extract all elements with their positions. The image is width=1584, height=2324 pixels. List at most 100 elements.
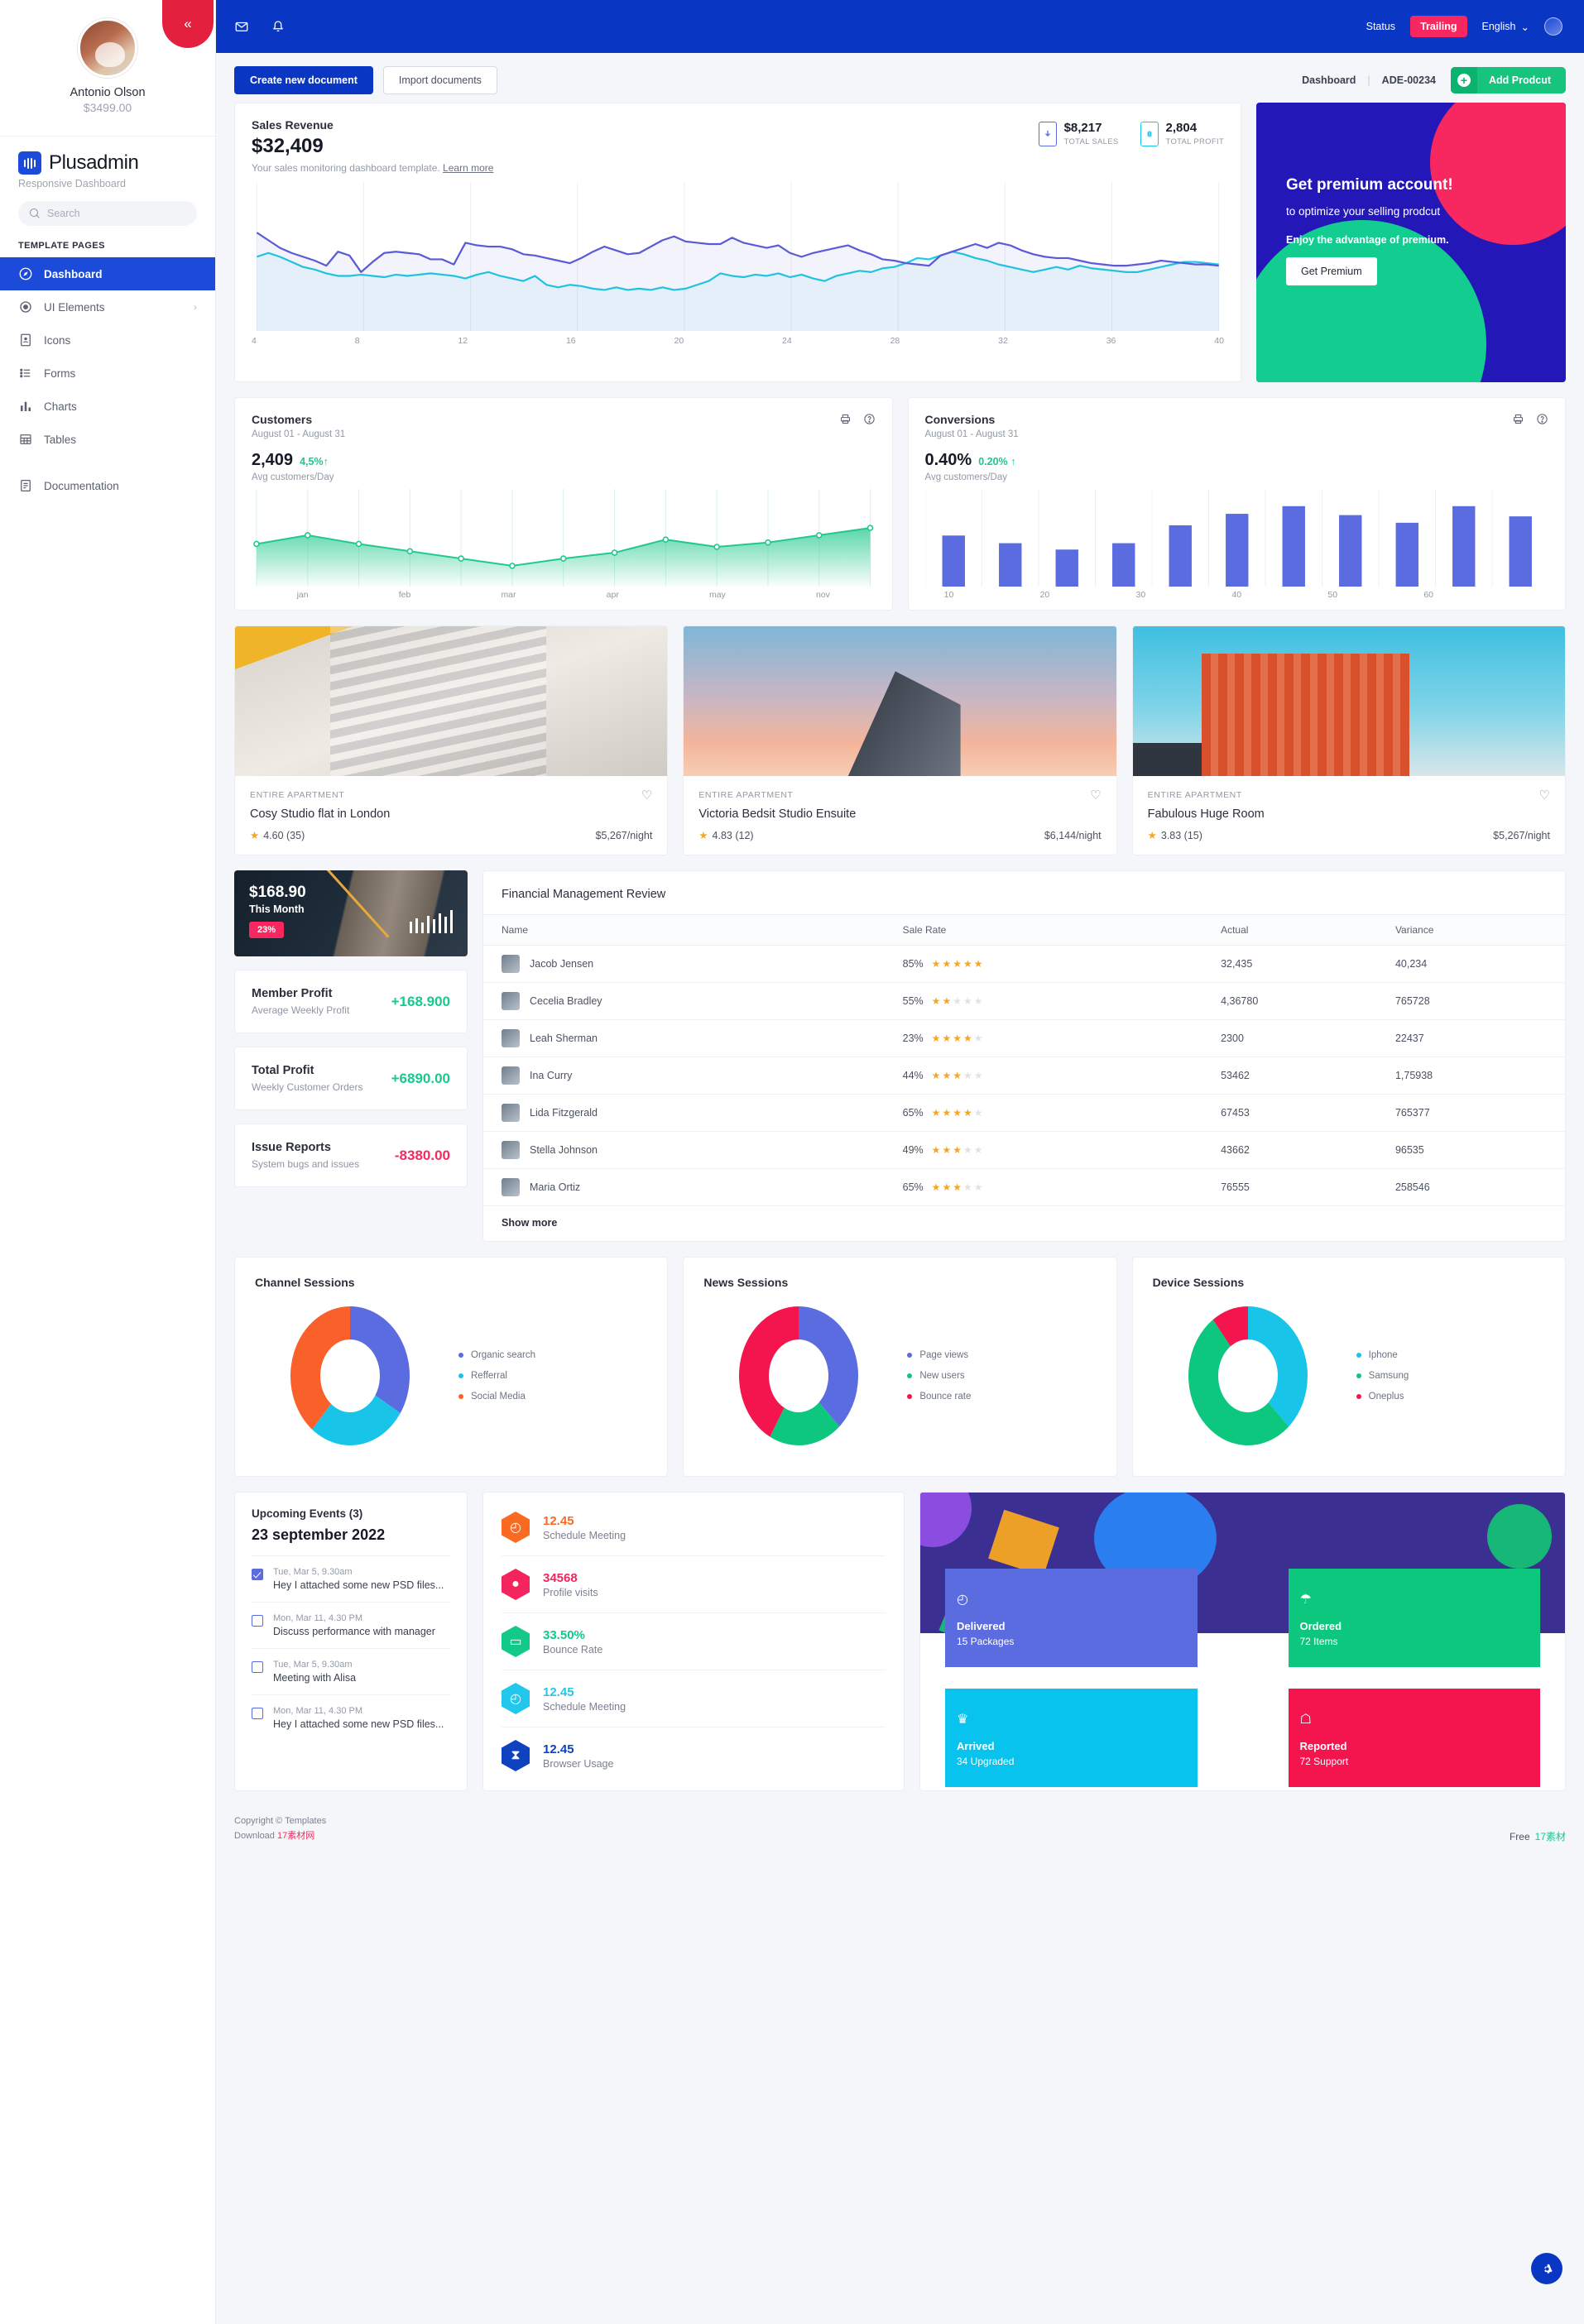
event-checkbox[interactable] (252, 1615, 263, 1627)
sidebar-item-forms[interactable]: Forms (0, 357, 215, 390)
property-card[interactable]: ENTIRE APARTMENT ♡ Cosy Studio flat in L… (234, 625, 669, 855)
import-documents-button[interactable]: Import documents (382, 66, 497, 94)
hex-stat-row[interactable]: ◴ 12.45 Schedule Meeting (502, 1670, 886, 1727)
topbar-status-link[interactable]: Status (1366, 21, 1395, 32)
event-row[interactable]: Mon, Mar 11, 4.30 PM Hey I attached some … (252, 1695, 450, 1741)
status-tile[interactable]: ☂ Ordered 72 Items (1288, 1569, 1540, 1667)
event-checkbox[interactable] (252, 1661, 263, 1673)
property-price: $6,144/night (1044, 829, 1102, 841)
search-input[interactable] (47, 208, 185, 219)
sidebar-item-documentation[interactable]: Documentation (0, 469, 215, 502)
row-name: Leah Sherman (483, 1019, 895, 1057)
search-icon (30, 208, 40, 218)
envelope-icon[interactable] (234, 19, 249, 34)
sidebar-item-ui-elements[interactable]: UI Elements › (0, 290, 215, 323)
topbar-trailing-badge[interactable]: Trailing (1410, 16, 1467, 37)
table-row[interactable]: Ina Curry 44% ★★★★★ 53462 1,75938 (483, 1057, 1565, 1095)
sidebar-item-charts[interactable]: Charts (0, 390, 215, 423)
hex-stats-card: ◴ 12.45 Schedule Meeting ● 34568 Profile visi… (482, 1492, 905, 1791)
help-circle-icon[interactable] (1536, 413, 1548, 425)
property-image (1132, 626, 1565, 776)
row-metrics: Customers August 01 - August 31 2,409 4,… (234, 397, 1566, 611)
sales-revenue-card: Sales Revenue $32,409 Your sales monitor… (234, 103, 1241, 382)
event-checkbox[interactable] (252, 1708, 263, 1719)
help-circle-icon[interactable] (863, 413, 876, 425)
breadcrumb-page[interactable]: Dashboard (1302, 74, 1356, 86)
property-tag: ENTIRE APARTMENT (250, 790, 345, 800)
hex-stat-row[interactable]: ⧗ 12.45 Browser Usage (502, 1727, 886, 1784)
get-premium-button[interactable]: Get Premium (1286, 257, 1377, 286)
sidebar-item-dashboard[interactable]: Dashboard (0, 257, 215, 290)
sales-amount: $32,409 (252, 135, 324, 157)
heart-icon[interactable]: ♡ (1090, 788, 1101, 803)
table-row[interactable]: Maria Ortiz 65% ★★★★★ 76555 258546 (483, 1168, 1565, 1206)
topbar-avatar[interactable] (1544, 17, 1562, 36)
customers-card: Customers August 01 - August 31 2,409 4,… (234, 397, 893, 611)
event-time: Mon, Mar 11, 4.30 PM (273, 1613, 363, 1623)
kpi-card-issue-reports: Issue Reports System bugs and issues -83… (234, 1124, 468, 1187)
legend-item: Refferral (458, 1371, 535, 1381)
bell-icon[interactable] (271, 19, 286, 34)
printer-icon[interactable] (839, 413, 852, 425)
row-variance: 1,75938 (1386, 1057, 1565, 1095)
table-row[interactable]: Leah Sherman 23% ★★★★★ 2300 22437 (483, 1019, 1565, 1057)
star-rating: ★★★★★ (931, 1181, 985, 1193)
language-selector[interactable]: English ⌄ (1482, 21, 1529, 33)
axis-tick: 24 (782, 336, 792, 346)
event-checkbox[interactable] (252, 1569, 263, 1580)
footer-download-link[interactable]: 17素材网 (277, 1831, 314, 1841)
footer-free-link[interactable]: 17素材 (1535, 1829, 1566, 1843)
axis-tick: mar (501, 590, 516, 600)
property-card[interactable]: ENTIRE APARTMENT ♡ Fabulous Huge Room ★ … (1131, 625, 1566, 855)
heart-icon[interactable]: ♡ (641, 788, 652, 803)
brand-block: Plusadmin Responsive Dashboard (0, 137, 215, 189)
row-variance: 22437 (1386, 1019, 1565, 1057)
legend-item: New users (907, 1371, 971, 1381)
row-variance: 258546 (1386, 1168, 1565, 1206)
month-highlight-card: $168.90 This Month 23% (234, 870, 468, 956)
hex-stat-row[interactable]: ◴ 12.45 Schedule Meeting (502, 1499, 886, 1556)
logo-icon (18, 151, 41, 175)
legend-label: Samsung (1368, 1371, 1409, 1381)
status-tile[interactable]: ♛ Arrived 34 Upgraded (945, 1689, 1198, 1787)
table-row[interactable]: Jacob Jensen 85% ★★★★★ 32,435 40,234 (483, 945, 1565, 983)
table-row[interactable]: Stella Johnson 49% ★★★★★ 43662 96535 (483, 1131, 1565, 1169)
axis-tick (972, 590, 1020, 600)
row-actual: 67453 (1212, 1094, 1387, 1132)
table-row[interactable]: Lida Fitzgerald 65% ★★★★★ 67453 765377 (483, 1094, 1565, 1132)
show-more-button[interactable]: Show more (483, 1206, 1565, 1241)
row-sale-rate: 85% ★★★★★ (894, 945, 1213, 983)
status-tile[interactable]: ☖ Reported 72 Support (1288, 1689, 1540, 1787)
event-row[interactable]: Tue, Mar 5, 9.30am Meeting with Alisa (252, 1649, 450, 1695)
hex-stat-row[interactable]: ▭ 33.50% Bounce Rate (502, 1613, 886, 1670)
event-row[interactable]: Mon, Mar 11, 4.30 PM Discuss performance … (252, 1603, 450, 1649)
hex-stat-row[interactable]: ● 34568 Profile visits (502, 1556, 886, 1613)
row-sessions: Channel Sessions Organic search Refferral… (234, 1257, 1566, 1477)
sidebar-item-icons[interactable]: Icons (0, 323, 215, 357)
download-phone-icon (1038, 122, 1057, 146)
premium-subtitle: to optimize your selling prodcut (1286, 205, 1441, 218)
create-new-document-button[interactable]: Create new document (234, 66, 373, 94)
settings-fab[interactable] (1531, 2253, 1562, 2284)
sidebar-search[interactable] (18, 201, 197, 226)
table-row[interactable]: Cecelia Bradley 55% ★★★★★ 4,36780 765728 (483, 982, 1565, 1020)
add-product-button[interactable]: + Add Prodcut (1451, 67, 1566, 93)
device-sessions-donut (1188, 1306, 1308, 1445)
printer-icon[interactable] (1512, 413, 1524, 425)
heart-icon[interactable]: ♡ (1539, 788, 1550, 803)
row-name: Stella Johnson (483, 1131, 895, 1169)
customers-range: August 01 - August 31 (252, 429, 346, 439)
compass-icon (19, 267, 32, 280)
footer-copyright: Copyright © Templates (234, 1816, 327, 1826)
trophy-icon: ♛ (957, 1713, 969, 1727)
sparkline-bar (421, 922, 424, 933)
event-time: Mon, Mar 11, 4.30 PM (273, 1706, 363, 1716)
axis-tick (1356, 590, 1404, 600)
property-card[interactable]: ENTIRE APARTMENT ♡ Victoria Bedsit Studi… (683, 625, 1117, 855)
event-row[interactable]: Tue, Mar 5, 9.30am Hey I attached some ne… (252, 1556, 450, 1603)
learn-more-link[interactable]: Learn more (443, 162, 493, 174)
status-tile[interactable]: ◴ Delivered 15 Packages (945, 1569, 1198, 1667)
row-actual: 43662 (1212, 1131, 1387, 1169)
sidebar-item-tables[interactable]: Tables (0, 423, 215, 456)
star-icon: ★ (698, 830, 708, 841)
